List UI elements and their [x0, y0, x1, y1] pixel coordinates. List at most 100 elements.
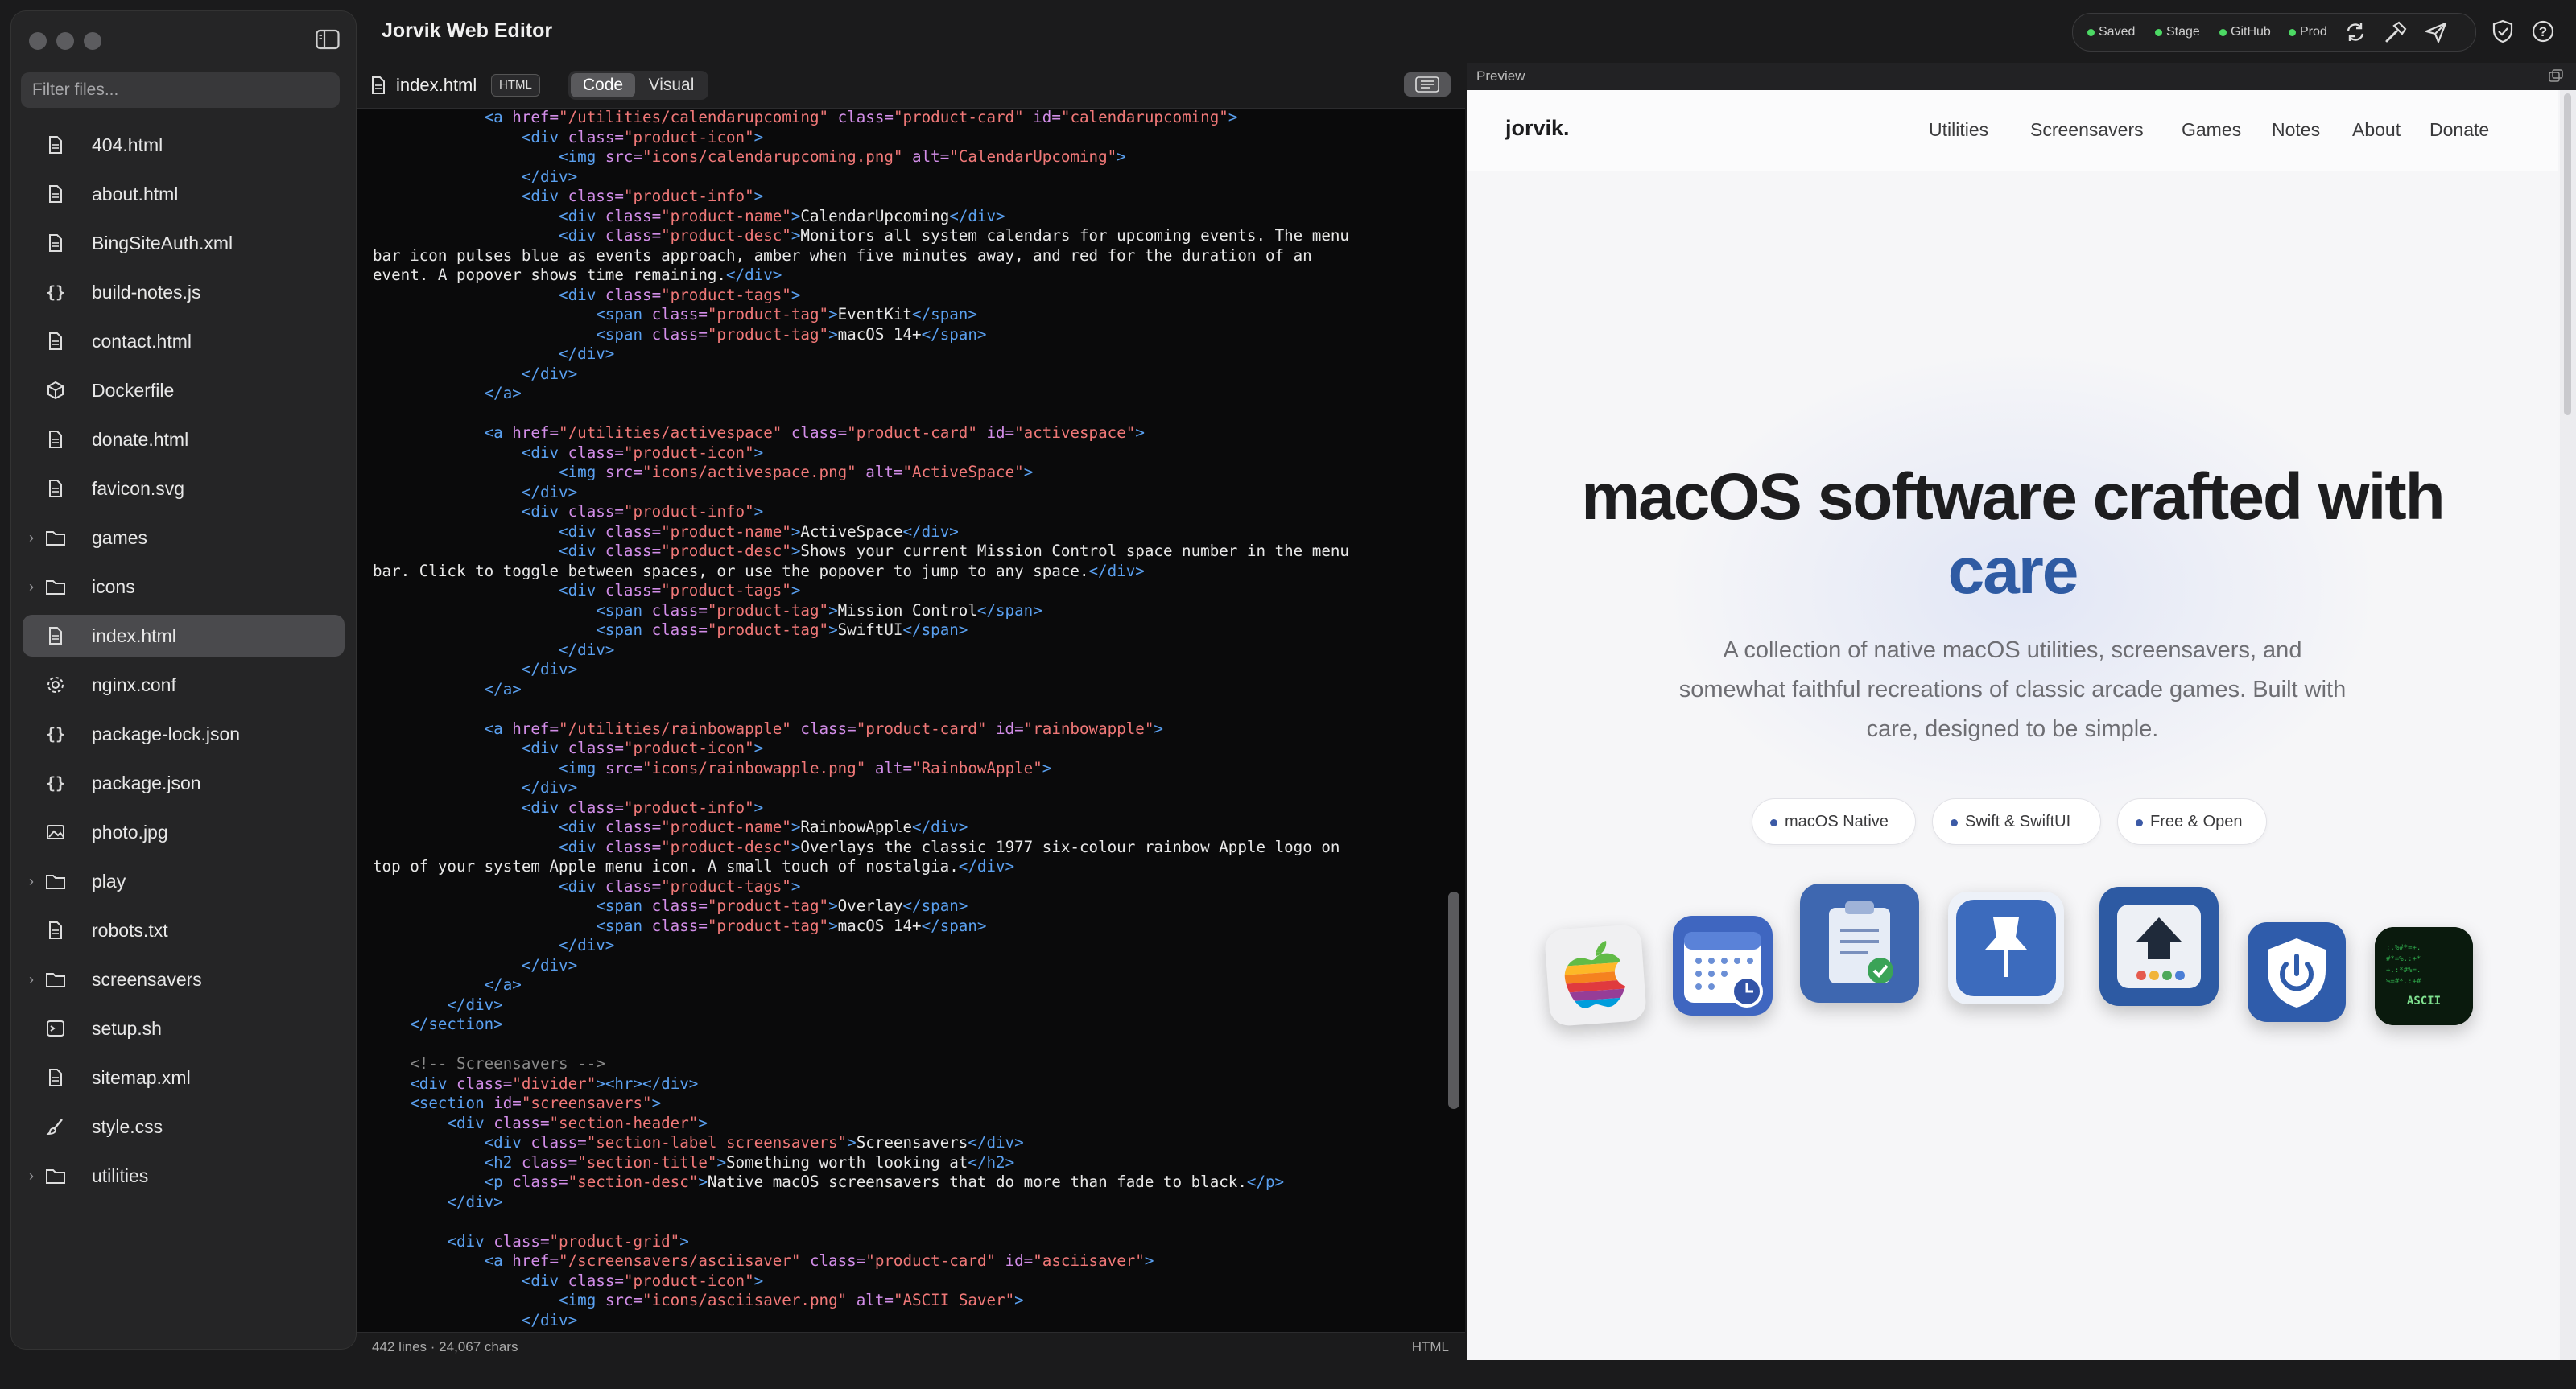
file-item[interactable]: photo.jpg: [23, 811, 345, 853]
code-token: macOS 14+: [837, 916, 922, 935]
file-item[interactable]: {} build-notes.js: [23, 271, 345, 313]
folder-item[interactable]: › screensavers: [23, 958, 345, 1000]
file-item[interactable]: BingSiteAuth.xml: [23, 222, 345, 264]
code-token: <div: [559, 226, 605, 245]
upload-icon[interactable]: [2099, 887, 2219, 1006]
send-icon[interactable]: [2422, 19, 2450, 46]
file-item[interactable]: setup.sh: [23, 1008, 345, 1049]
code-area[interactable]: <a href="/utilities/calendarupcoming" cl…: [373, 108, 1443, 1389]
folder-item[interactable]: › games: [23, 517, 345, 558]
preview-toggle-button[interactable]: [1404, 72, 1451, 97]
code-token: <img: [559, 758, 605, 777]
code-token: "screensavers": [521, 1094, 652, 1112]
file-item[interactable]: robots.txt: [23, 909, 345, 951]
preview-header: Preview: [1467, 63, 2576, 90]
pin-icon[interactable]: [1948, 892, 2064, 1004]
code-token: class=: [568, 1271, 624, 1290]
window-controls: [29, 32, 101, 50]
nav-link-utilities[interactable]: Utilities: [1929, 119, 1988, 141]
close-window-button[interactable]: [29, 32, 47, 50]
code-token: class=: [521, 1152, 578, 1172]
terminal-icon: [45, 1018, 66, 1039]
file-item[interactable]: about.html: [23, 173, 345, 215]
file-item[interactable]: sitemap.xml: [23, 1057, 345, 1098]
nav-link-screensavers[interactable]: Screensavers: [2030, 119, 2144, 141]
folder-item[interactable]: › play: [23, 860, 345, 902]
code-token: </h2>: [968, 1152, 1015, 1172]
hammer-icon[interactable]: [2382, 19, 2409, 46]
filter-files-input[interactable]: [21, 72, 340, 108]
nav-link-about[interactable]: About: [2352, 119, 2401, 141]
code-mode-button[interactable]: Code: [571, 73, 635, 97]
file-item[interactable]: favicon.svg: [23, 468, 345, 509]
file-item[interactable]: {} package-lock.json: [23, 713, 345, 755]
zoom-window-button[interactable]: [84, 32, 101, 50]
file-item[interactable]: contact.html: [23, 320, 345, 362]
help-icon[interactable]: ?: [2529, 18, 2557, 45]
code-line: <div class="product-info">: [373, 187, 1443, 207]
nav-link-games[interactable]: Games: [2182, 119, 2241, 141]
status-github[interactable]: GitHub: [2219, 25, 2271, 39]
document-icon: [45, 625, 66, 646]
code-line: <div class="section-header">: [373, 1114, 1443, 1134]
pill-label: macOS Native: [1785, 812, 1889, 831]
code-token: </div>: [521, 778, 578, 797]
clipboard-icon[interactable]: [1800, 884, 1919, 1003]
code-line: <img src="icons/asciisaver.png" alt="ASC…: [373, 1291, 1443, 1311]
chevron-right-icon[interactable]: ›: [29, 873, 42, 890]
code-token: <div: [447, 1113, 494, 1132]
shield-check-icon[interactable]: [2489, 18, 2516, 45]
file-name: screensavers: [92, 968, 202, 990]
minimize-window-button[interactable]: [56, 32, 74, 50]
code-token: class=: [651, 600, 708, 620]
file-item[interactable]: index.html: [23, 615, 345, 657]
code-token: "product-desc": [661, 542, 791, 560]
document-icon: [45, 134, 66, 155]
calendar-icon[interactable]: [1673, 916, 1773, 1016]
code-token: >: [753, 187, 764, 205]
braces-icon: {}: [45, 724, 66, 744]
editor-scrollbar[interactable]: [1448, 892, 1459, 1109]
status-stage[interactable]: Stage: [2155, 25, 2200, 39]
code-line: </div>: [373, 778, 1443, 798]
open-external-icon[interactable]: [2549, 69, 2563, 82]
file-item[interactable]: {} package.json: [23, 762, 345, 804]
file-item[interactable]: Dockerfile: [23, 369, 345, 411]
rainbow-apple-icon[interactable]: [1543, 923, 1648, 1028]
sync-icon[interactable]: [2342, 19, 2369, 46]
code-line: <div class="product-name">ActiveSpace</d…: [373, 522, 1443, 542]
code-token: href=: [512, 423, 559, 442]
visual-mode-button[interactable]: Visual: [638, 73, 705, 97]
power-icon[interactable]: [2248, 922, 2346, 1022]
code-token: class=: [651, 305, 708, 324]
code-token: >: [753, 502, 764, 521]
status-prod[interactable]: Prod: [2289, 25, 2327, 39]
ascii-icon[interactable]: :.%#*=+. #*=%.:+* +.:*#%=. %=#*.:+# ASCII: [2375, 927, 2473, 1025]
chevron-right-icon[interactable]: ›: [29, 530, 42, 546]
nav-link-donate[interactable]: Donate: [2429, 119, 2489, 141]
code-line: </div>: [373, 167, 1443, 188]
file-item[interactable]: 404.html: [23, 124, 345, 166]
folder-item[interactable]: › icons: [23, 566, 345, 608]
file-item[interactable]: style.css: [23, 1106, 345, 1148]
code-line: <div class="product-tags">: [373, 286, 1443, 306]
folder-item[interactable]: › utilities: [23, 1155, 345, 1197]
preview-scroll-thumb[interactable]: [2564, 93, 2571, 415]
code-token: class=: [568, 127, 624, 146]
file-item[interactable]: donate.html: [23, 418, 345, 460]
site-logo[interactable]: jorvik.: [1505, 116, 1570, 141]
nav-link-notes[interactable]: Notes: [2272, 119, 2320, 141]
code-line: <a href="/utilities/rainbowapple" class=…: [373, 719, 1443, 740]
chevron-right-icon[interactable]: ›: [29, 579, 42, 596]
code-token: "product-tag": [707, 305, 829, 324]
sidebar-toggle-icon[interactable]: [316, 29, 340, 50]
chevron-right-icon[interactable]: ›: [29, 1168, 42, 1185]
chevron-right-icon[interactable]: ›: [29, 971, 42, 988]
preview-scrollbar[interactable]: [2560, 90, 2576, 1360]
code-token: "asciisaver": [1033, 1251, 1145, 1270]
file-item[interactable]: nginx.conf: [23, 664, 345, 706]
